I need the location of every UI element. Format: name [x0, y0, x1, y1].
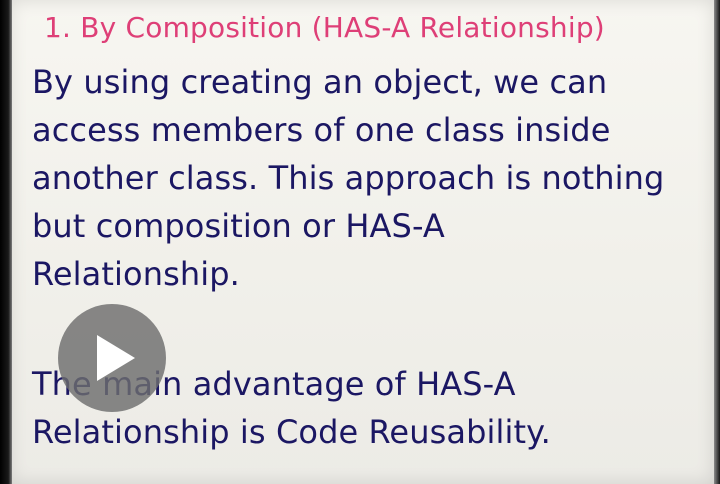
play-button[interactable]: [58, 304, 166, 412]
left-video-edge: [0, 0, 12, 484]
paragraph-1: By using creating an object, we can acce…: [32, 58, 720, 298]
right-video-edge: [714, 0, 720, 484]
slide-title: 1. By Composition (HAS-A Relationship): [44, 11, 605, 44]
paragraph-1-line-1: By using creating an object, we can: [32, 63, 608, 101]
paragraph-1-line-4: but composition or HAS-A: [32, 207, 445, 245]
paragraph-2-line-2: Relationship is Code Reusability.: [32, 413, 551, 451]
paragraph-1-line-3: another class. This approach is nothing: [32, 159, 665, 197]
play-icon: [97, 335, 135, 381]
paragraph-1-line-2: access members of one class inside: [32, 111, 611, 149]
paragraph-1-line-5: Relationship.: [32, 255, 240, 293]
video-frame[interactable]: 1. By Composition (HAS-A Relationship) B…: [0, 0, 720, 484]
